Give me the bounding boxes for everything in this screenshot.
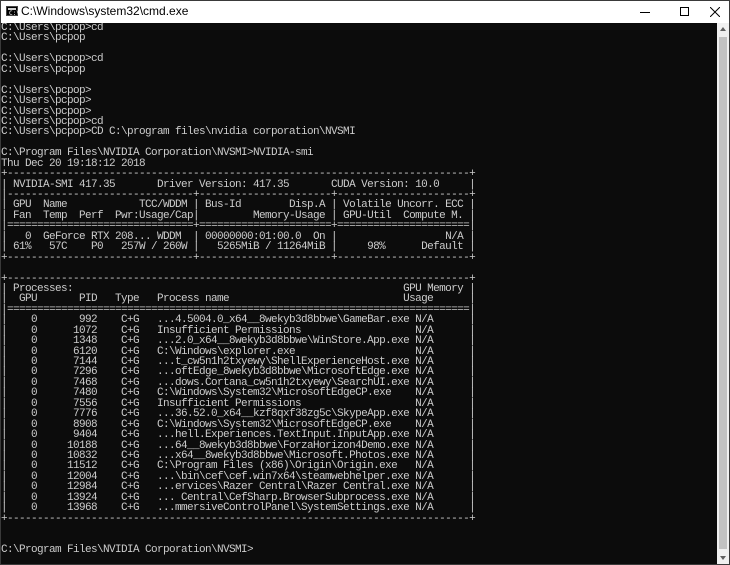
close-icon (710, 7, 720, 17)
maximize-button[interactable] (668, 1, 702, 23)
console-line: | 0 9404 C+G ...hell.Experiences.TextInp… (1, 429, 476, 442)
console-line: C:\Users\pcpop (1, 63, 86, 76)
console-line: | 0 1348 C+G ...2.0_x64__8wekyb3d8bbwe\W… (1, 335, 476, 348)
scroll-down-arrow-icon[interactable] (717, 552, 729, 564)
console-line: +---------------------------------------… (1, 168, 476, 181)
console-output[interactable]: C:\Users\pcpop>cd C:\Users\pcpop C:\Users\… (1, 23, 717, 564)
cmd-window: C:\ C:\Windows\system32\cmd.exe C:\Users… (0, 0, 730, 565)
window-title: C:\Windows\system32\cmd.exe (21, 4, 189, 18)
cmd-icon: C:\ (6, 6, 20, 17)
title-bar[interactable]: C:\ C:\Windows\system32\cmd.exe (1, 1, 729, 23)
console-text: C:\Users\pcpop>cd C:\Users\pcpop C:\Users\… (1, 23, 717, 556)
minimize-icon (640, 12, 650, 13)
vertical-scrollbar[interactable] (717, 23, 729, 564)
console-line: C:\Users\pcpop>CD C:\program files\nvidi… (1, 126, 356, 139)
console-line: C:\Users\pcpop> (1, 105, 92, 118)
console-line: +-------------------------------+-------… (1, 251, 476, 264)
console-line: C:\Users\pcpop> (1, 84, 92, 97)
scrollbar-thumb[interactable] (719, 37, 727, 549)
console-line: +---------------------------------------… (1, 512, 476, 525)
console-line: C:\Users\pcpop>cd (1, 53, 104, 66)
console-line: C:\Program Files\NVIDIA Corporation\NVSM… (1, 543, 254, 556)
scroll-up-arrow-icon[interactable] (717, 23, 729, 35)
minimize-button[interactable] (628, 1, 662, 23)
console-line: C:\Users\pcpop> (1, 95, 92, 108)
console-line: C:\Users\pcpop (1, 32, 86, 45)
close-button[interactable] (698, 1, 730, 23)
console-line: C:\Users\pcpop>cd (1, 23, 104, 34)
maximize-icon (680, 7, 689, 16)
console-line: | 0 13968 C+G ...mmersiveControlPanel\Sy… (1, 502, 476, 515)
